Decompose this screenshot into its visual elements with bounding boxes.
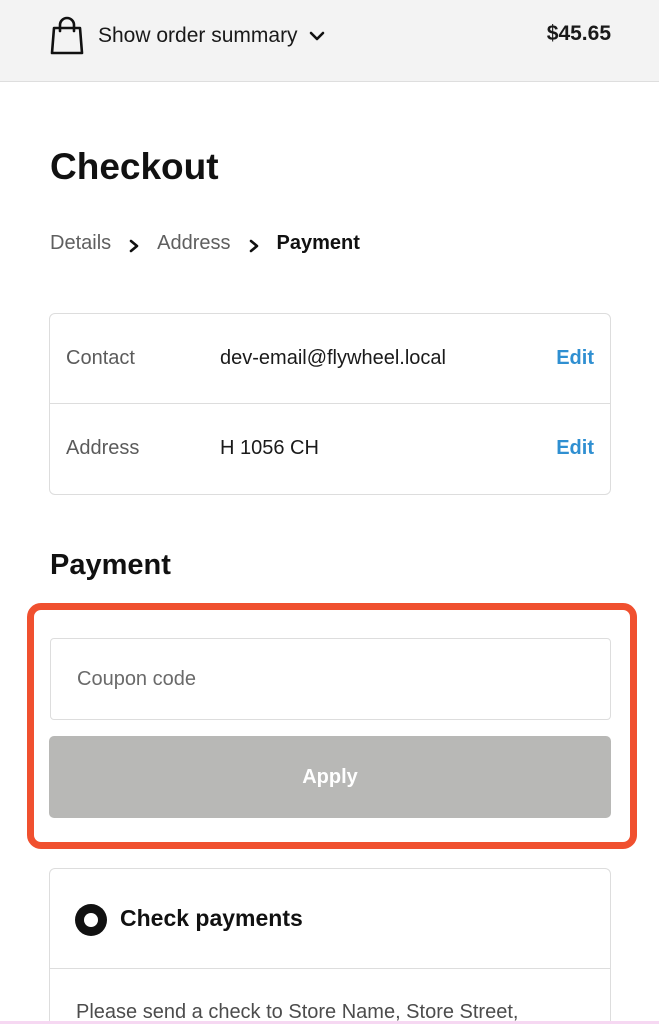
shopping-bag-icon	[50, 16, 84, 56]
edit-contact-link[interactable]: Edit	[556, 347, 594, 370]
review-value: H 1056 CH	[220, 437, 319, 459]
review-value: dev-email@flywheel.local	[220, 347, 446, 369]
checkout-page: Show order summary $45.65 Checkout Detai…	[0, 0, 659, 1024]
edit-address-link[interactable]: Edit	[556, 437, 594, 460]
apply-coupon-button[interactable]: Apply	[49, 736, 611, 818]
review-row-address: Address H 1056 CH Edit	[50, 404, 610, 494]
radio-selected-icon[interactable]	[75, 904, 107, 936]
page-title: Checkout	[50, 146, 219, 187]
chevron-right-icon	[129, 236, 139, 253]
payment-method-label: Check payments	[120, 905, 303, 931]
order-summary-toggle[interactable]: Show order summary	[50, 14, 326, 58]
breadcrumb-address[interactable]: Address	[157, 232, 230, 255]
order-summary-bar: Show order summary $45.65	[0, 0, 659, 82]
checkout-review-box: Contact dev-email@flywheel.local Edit Ad…	[49, 313, 611, 495]
payment-heading: Payment	[50, 549, 171, 581]
breadcrumb-details[interactable]: Details	[50, 232, 111, 255]
chevron-right-icon	[249, 236, 259, 253]
order-total: $45.65	[546, 22, 611, 45]
breadcrumb-payment: Payment	[276, 231, 360, 254]
payment-method-box: Check payments Please send a check to St…	[49, 868, 611, 1024]
payment-method-option[interactable]: Check payments	[50, 869, 610, 969]
review-row-contact: Contact dev-email@flywheel.local Edit	[50, 314, 610, 404]
review-label: Address	[66, 437, 140, 459]
breadcrumb: Details Address Payment	[50, 230, 360, 256]
order-summary-label: Show order summary	[98, 24, 298, 47]
review-label: Contact	[66, 347, 135, 369]
coupon-code-input[interactable]	[50, 638, 611, 720]
chevron-down-icon	[308, 27, 326, 45]
